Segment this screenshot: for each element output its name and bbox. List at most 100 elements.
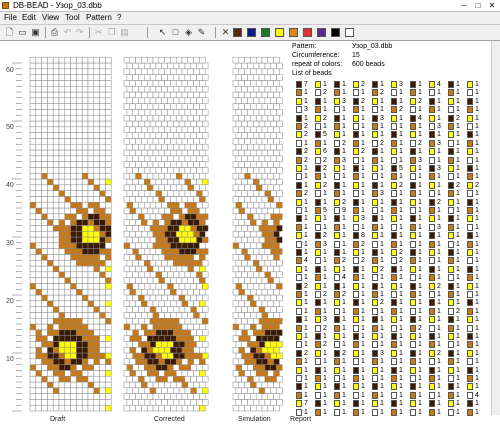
bead-cell [273, 219, 280, 226]
view-label-simulation[interactable]: Simulation [238, 416, 271, 423]
undo-icon[interactable]: ↶ [62, 27, 73, 38]
print-icon[interactable]: ⎙ [49, 27, 60, 38]
bead-cell [93, 190, 100, 197]
copy-icon[interactable]: ❐ [106, 27, 117, 38]
view-label-draft[interactable]: Draft [50, 416, 65, 423]
bead-cell [158, 242, 165, 249]
menu-view[interactable]: View [42, 12, 59, 24]
bead-cell [164, 323, 171, 331]
bead-cell [99, 242, 106, 249]
pointer-icon[interactable]: ↖ [157, 27, 168, 38]
palette-swatch[interactable] [289, 28, 298, 37]
bead-cell [241, 178, 248, 186]
bead-swatch [334, 341, 340, 349]
redo-icon[interactable]: ↷ [74, 27, 85, 38]
bead-cell [70, 97, 77, 104]
bead-cell [99, 288, 106, 296]
bead-cell [99, 155, 106, 162]
bead-cell [70, 167, 77, 174]
bead-swatch [448, 341, 454, 349]
view-label-report[interactable]: Report [290, 416, 311, 423]
bead-cell [76, 323, 83, 331]
palette-swatch[interactable] [331, 28, 340, 37]
bead-cell [202, 155, 209, 162]
palette-swatch[interactable] [345, 28, 354, 37]
bead-cell [196, 294, 203, 302]
fill-icon[interactable]: ◈ [183, 27, 194, 38]
open-folder-icon[interactable]: ▭ [17, 27, 28, 38]
bead-cell [184, 109, 191, 116]
palette-swatch[interactable] [317, 28, 326, 37]
view-label-corrected[interactable]: Corrected [154, 416, 185, 423]
bead-cell [250, 80, 257, 87]
bead-cell [81, 161, 89, 168]
bead-cell [167, 143, 174, 151]
bead-cell [105, 254, 112, 261]
bead-cell [241, 387, 248, 394]
bead-cell [129, 242, 136, 249]
bead-cell [47, 138, 54, 145]
menu-file[interactable]: File [4, 12, 17, 24]
paste-icon[interactable]: ▤ [119, 27, 130, 38]
bead-cell [181, 207, 189, 215]
bead-cell [70, 329, 77, 336]
bead-cell [238, 103, 245, 110]
menu-pattern[interactable]: Pattern [86, 12, 112, 24]
palette-swatch[interactable] [275, 28, 284, 37]
menu-help[interactable]: ? [117, 12, 121, 24]
bead-cell [149, 259, 157, 267]
bead-cell [99, 323, 106, 331]
bead-cell [255, 288, 263, 296]
bead-cell [35, 335, 42, 342]
bead-cell [167, 329, 174, 336]
palette-swatch[interactable] [303, 28, 312, 37]
menu-edit[interactable]: Edit [22, 12, 36, 24]
palette-swatch[interactable] [233, 28, 242, 37]
bead-cell [232, 323, 240, 331]
bead-swatch [372, 358, 378, 366]
bead-cell [99, 178, 106, 186]
close-button[interactable]: ✕ [486, 1, 498, 10]
minimize-button[interactable]: – [458, 1, 470, 10]
bead-swatch [296, 324, 302, 332]
bead-cell [276, 143, 283, 151]
bead-pattern-canvas[interactable] [0, 41, 290, 416]
delete-icon[interactable]: ✕ [220, 27, 231, 38]
bead-cell [255, 335, 263, 342]
palette-swatch[interactable] [247, 28, 256, 37]
bead-swatch [467, 358, 473, 366]
bead-cell [167, 120, 174, 128]
bead-swatch [315, 190, 321, 198]
bead-cell [258, 62, 266, 70]
bead-swatch [429, 291, 435, 298]
bead-cell [29, 399, 37, 406]
new-file-icon[interactable]: 🗋 [4, 27, 15, 38]
select-rect-icon[interactable]: □ [170, 27, 181, 38]
bead-cell [41, 178, 48, 186]
bead-cell [187, 161, 194, 168]
bead-cell [87, 312, 95, 319]
cut-icon[interactable]: ✂ [93, 27, 104, 38]
bead-cell [264, 74, 271, 81]
bead-cell [76, 288, 83, 296]
bead-cell [132, 341, 139, 348]
bead-cell [35, 91, 42, 99]
bead-cell [93, 335, 100, 342]
bead-cell [253, 387, 260, 394]
bead-cell [144, 213, 151, 220]
menu-tool[interactable]: Tool [65, 12, 80, 24]
save-icon[interactable]: ▣ [30, 27, 41, 38]
bead-cell [52, 288, 60, 296]
bead-cell [126, 97, 133, 104]
vertical-scrollbar[interactable] [491, 41, 500, 415]
bead-cell [52, 381, 60, 389]
maximize-button[interactable]: □ [472, 1, 484, 10]
bead-cell [87, 364, 95, 371]
pipette-icon[interactable]: ✎ [196, 27, 207, 38]
bead-cell [93, 404, 100, 412]
bead-cell [273, 254, 280, 261]
palette-swatch[interactable] [261, 28, 270, 37]
bead-cell [270, 283, 277, 290]
bead-cell [41, 259, 48, 267]
bead-cell [123, 242, 131, 249]
